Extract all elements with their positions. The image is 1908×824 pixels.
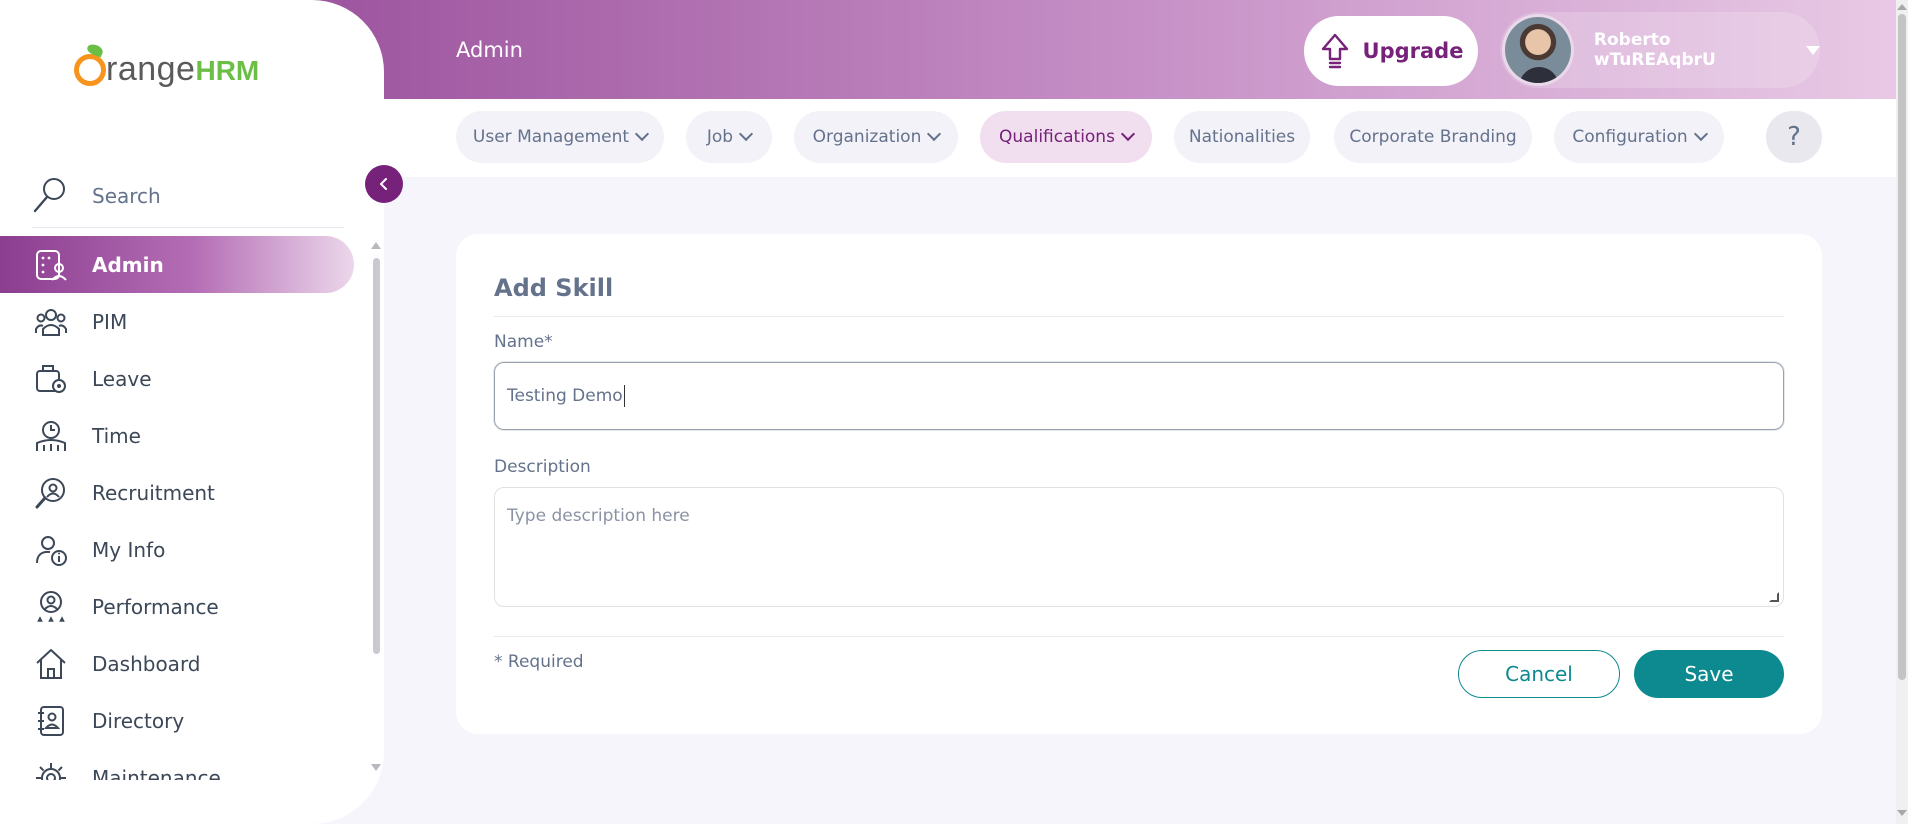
sidebar-item-maintenance[interactable]: Maintenance	[0, 749, 370, 780]
sidebar: range HRM Search Admin PIM Leave Time Re…	[0, 0, 384, 824]
description-placeholder: Type description here	[507, 506, 690, 526]
divider	[494, 316, 1784, 317]
search-label: Search	[92, 183, 161, 208]
logo-hrm-text: HRM	[195, 55, 260, 86]
chevron-down-icon	[1693, 126, 1708, 142]
sidebar-item-label: Dashboard	[92, 651, 201, 676]
sidebar-item-leave[interactable]: Leave	[0, 350, 370, 407]
skill-name-value: Testing Demo	[507, 386, 623, 406]
upgrade-label: Upgrade	[1362, 39, 1464, 63]
tab-job[interactable]: Job	[686, 111, 772, 163]
text-caret	[623, 385, 625, 407]
tab-nationalities[interactable]: Nationalities	[1174, 111, 1310, 163]
my-info-icon	[36, 535, 67, 566]
description-label: Description	[494, 457, 591, 477]
pim-icon	[35, 308, 67, 336]
upgrade-button[interactable]: Upgrade	[1304, 16, 1478, 86]
add-skill-card: Add Skill Name* Testing Demo Description…	[456, 234, 1822, 734]
logo-text: range	[106, 50, 196, 88]
recruitment-icon	[35, 477, 65, 508]
sidebar-scrollbar[interactable]	[373, 258, 380, 654]
sidebar-item-my-info[interactable]: My Info	[0, 521, 370, 578]
sidebar-item-directory[interactable]: Directory	[0, 692, 370, 749]
tab-label: Qualifications	[999, 127, 1115, 147]
chevron-down-icon	[927, 126, 942, 142]
sidebar-search[interactable]: Search	[32, 164, 344, 228]
cancel-button[interactable]: Cancel	[1458, 650, 1620, 698]
scrollbar-thumb[interactable]	[1898, 14, 1906, 680]
tab-label: Nationalities	[1188, 127, 1296, 147]
leave-icon	[36, 364, 66, 393]
divider	[494, 636, 1784, 637]
tab-label: Job	[706, 127, 734, 147]
performance-icon	[37, 590, 65, 622]
tab-qualifications[interactable]: Qualifications	[980, 111, 1152, 163]
chevron-left-icon	[380, 178, 387, 190]
tab-label: Organization	[812, 127, 922, 147]
caret-down-icon	[1806, 45, 1820, 55]
form-title: Add Skill	[494, 274, 614, 302]
search-icon	[33, 177, 65, 212]
sidebar-item-time[interactable]: Time	[0, 407, 370, 464]
sidebar-scroll-down-icon[interactable]	[371, 764, 381, 771]
resize-handle-icon[interactable]	[1769, 592, 1779, 602]
save-button[interactable]: Save	[1634, 650, 1784, 698]
tab-configuration[interactable]: Configuration	[1554, 111, 1724, 163]
tab-organization[interactable]: Organization	[794, 111, 958, 163]
directory-icon	[38, 705, 64, 736]
tab-corporate-branding[interactable]: Corporate Branding	[1334, 111, 1532, 163]
description-textarea[interactable]: Type description here	[494, 487, 1784, 607]
tab-user-management[interactable]: User Management	[456, 111, 664, 163]
scroll-down-icon[interactable]	[1897, 810, 1907, 816]
sidebar-menu: Admin PIM Leave Time Recruitment My Info…	[0, 236, 370, 780]
chevron-down-icon	[634, 126, 650, 142]
user-name: Roberto wTuREAqbrU	[1593, 30, 1716, 70]
admin-icon	[36, 249, 67, 281]
sidebar-item-label: My Info	[92, 537, 166, 562]
required-note: * Required	[494, 652, 584, 672]
page-scrollbar[interactable]	[1896, 0, 1908, 824]
name-label: Name*	[494, 332, 553, 352]
sidebar-collapse-button[interactable]	[365, 165, 403, 203]
tab-label: Configuration	[1572, 127, 1688, 147]
time-icon	[36, 420, 66, 451]
skill-name-input[interactable]: Testing Demo	[494, 362, 1784, 430]
sidebar-scroll-up-icon[interactable]	[371, 242, 381, 249]
sidebar-item-label: Performance	[92, 594, 219, 619]
sidebar-item-label: Time	[92, 423, 141, 448]
maintenance-icon	[36, 762, 66, 780]
sidebar-item-label: Maintenance	[92, 765, 221, 781]
orangehrm-logo[interactable]: range HRM	[74, 48, 259, 89]
scroll-up-icon[interactable]	[1897, 4, 1907, 10]
sidebar-item-label: Leave	[92, 366, 152, 391]
chevron-down-icon	[1120, 126, 1136, 142]
dashboard-icon	[36, 648, 66, 679]
sidebar-item-recruitment[interactable]: Recruitment	[0, 464, 370, 521]
sidebar-item-label: Admin	[92, 252, 164, 277]
sidebar-item-label: Recruitment	[92, 480, 215, 505]
sidebar-item-admin[interactable]: Admin	[0, 236, 354, 293]
tab-label: User Management	[472, 127, 630, 147]
upgrade-arrow-icon	[1321, 33, 1348, 69]
sidebar-item-label: PIM	[92, 309, 128, 334]
avatar	[1502, 14, 1574, 86]
help-button[interactable]: ?	[1766, 111, 1822, 163]
admin-top-nav: User Management Job Organization Qualifi…	[384, 99, 1896, 177]
user-dropdown[interactable]: Roberto wTuREAqbrU	[1500, 12, 1820, 88]
orange-logo-icon	[74, 54, 106, 86]
sidebar-item-label: Directory	[92, 708, 185, 733]
sidebar-item-performance[interactable]: Performance	[0, 578, 370, 635]
sidebar-item-pim[interactable]: PIM	[0, 293, 370, 350]
page-title: Admin	[456, 38, 523, 62]
chevron-down-icon	[739, 126, 754, 142]
sidebar-item-dashboard[interactable]: Dashboard	[0, 635, 370, 692]
tab-label: Corporate Branding	[1349, 127, 1517, 147]
